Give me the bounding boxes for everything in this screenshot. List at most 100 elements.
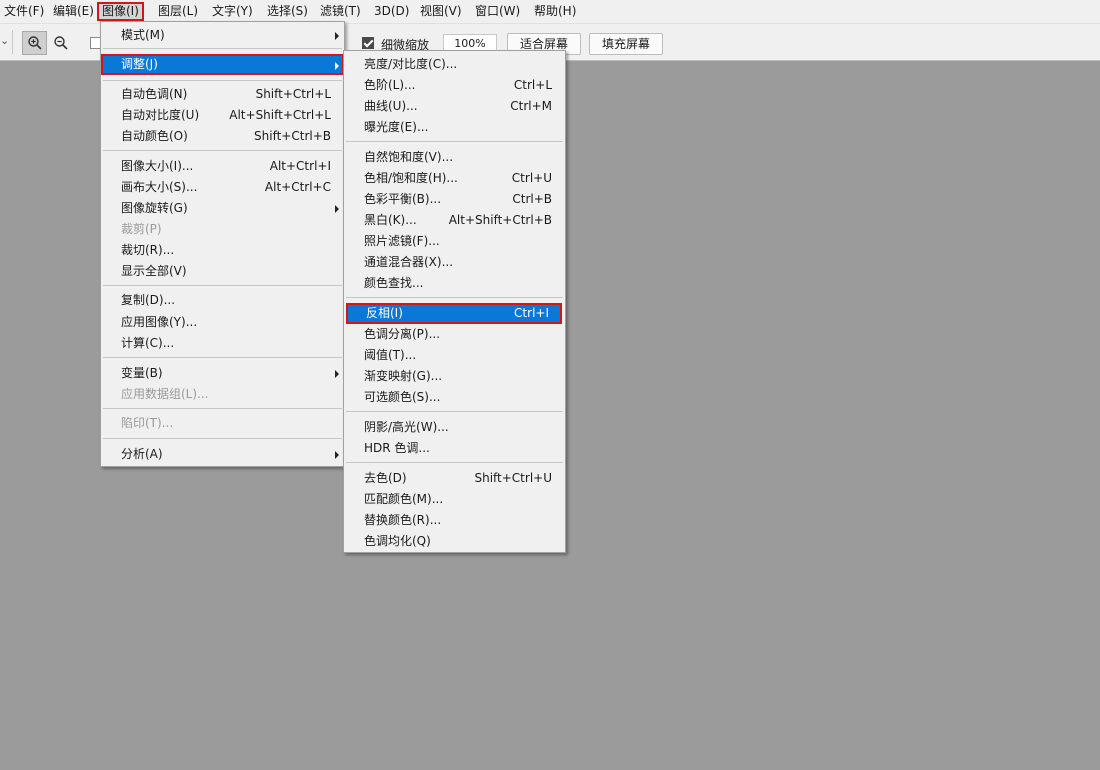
menu-item-levels[interactable]: 色阶(L)... Ctrl+L: [344, 75, 565, 96]
menu-item-color-lookup[interactable]: 颜色查找...: [344, 273, 565, 294]
menu-item-curves[interactable]: 曲线(U)... Ctrl+M: [344, 96, 565, 117]
fill-screen-button[interactable]: 填充屏幕: [589, 33, 663, 55]
menu-item-auto-color[interactable]: 自动颜色(O) Shift+Ctrl+B: [101, 126, 344, 147]
menu-item-shortcut: Shift+Ctrl+U: [474, 471, 552, 485]
menu-item-image-size[interactable]: 图像大小(I)... Alt+Ctrl+I: [101, 156, 344, 177]
menu-item-color-balance[interactable]: 色彩平衡(B)... Ctrl+B: [344, 189, 565, 210]
menu-separator: [103, 285, 342, 286]
menu-item-selective-color[interactable]: 可选颜色(S)...: [344, 387, 565, 408]
menu-item-hue-saturation[interactable]: 色相/饱和度(H)... Ctrl+U: [344, 168, 565, 189]
menu-item-exposure[interactable]: 曝光度(E)...: [344, 117, 565, 138]
zoom-in-button[interactable]: [22, 31, 47, 55]
menu-item-label: 裁剪(P): [121, 222, 162, 236]
menu-item-label: 曝光度(E)...: [364, 120, 429, 134]
menu-bar: 文件(F) 编辑(E) 图像(I) 图层(L) 文字(Y) 选择(S) 滤镜(T…: [0, 0, 1100, 23]
menu-item-brightness-contrast[interactable]: 亮度/对比度(C)...: [344, 54, 565, 75]
menu-item-trim[interactable]: 裁切(R)...: [101, 240, 344, 261]
menu-item-shortcut: Alt+Ctrl+C: [264, 180, 331, 194]
toolbar-divider: [12, 30, 13, 54]
menu-separator: [103, 438, 342, 439]
menu-item-threshold[interactable]: 阈值(T)...: [344, 345, 565, 366]
menu-item-label: 自动对比度(U): [121, 108, 200, 122]
menu-item-shortcut: Alt+Ctrl+I: [269, 159, 331, 173]
menu-item-calculations[interactable]: 计算(C)...: [101, 333, 344, 354]
menu-item-image-rotation[interactable]: 图像旋转(G): [101, 198, 344, 219]
menu-separator: [346, 462, 563, 463]
submenu-arrow-icon: [335, 32, 339, 40]
menu-item-shadows-highlights[interactable]: 阴影/高光(W)...: [344, 417, 565, 438]
menu-edit[interactable]: 编辑(E): [49, 2, 98, 21]
menu-separator: [346, 297, 563, 298]
menu-image[interactable]: 图像(I): [97, 2, 144, 21]
menu-item-label: 通道混合器(X)...: [364, 255, 454, 269]
menu-item-label: 亮度/对比度(C)...: [364, 57, 458, 71]
menu-item-variables[interactable]: 变量(B): [101, 363, 344, 384]
menu-item-black-white[interactable]: 黑白(K)... Alt+Shift+Ctrl+B: [344, 210, 565, 231]
menu-item-label: 阴影/高光(W)...: [364, 420, 449, 434]
menu-item-shortcut: Shift+Ctrl+B: [254, 129, 331, 143]
menu-item-label: 复制(D)...: [121, 293, 176, 307]
menu-separator: [346, 141, 563, 142]
menu-item-match-color[interactable]: 匹配颜色(M)...: [344, 489, 565, 510]
menu-type[interactable]: 文字(Y): [208, 2, 257, 21]
menu-item-gradient-map[interactable]: 渐变映射(G)...: [344, 366, 565, 387]
menu-item-posterize[interactable]: 色调分离(P)...: [344, 324, 565, 345]
menu-view[interactable]: 视图(V): [416, 2, 466, 21]
menu-separator: [103, 80, 342, 81]
menu-item-duplicate[interactable]: 复制(D)...: [101, 290, 344, 311]
menu-item-invert[interactable]: 反相(I) Ctrl+I: [346, 303, 562, 324]
menu-item-label: 自动色调(N): [121, 87, 188, 101]
submenu-arrow-icon: [335, 370, 339, 378]
menu-file[interactable]: 文件(F): [0, 2, 48, 21]
menu-filter[interactable]: 滤镜(T): [316, 2, 365, 21]
menu-item-label: 画布大小(S)...: [121, 180, 198, 194]
menu-item-label: 去色(D): [364, 471, 407, 485]
menu-window[interactable]: 窗口(W): [471, 2, 524, 21]
menu-item-label: 变量(B): [121, 366, 163, 380]
menu-item-shortcut: Shift+Ctrl+L: [255, 87, 331, 101]
menu-item-label: 陷印(T)...: [121, 416, 174, 430]
menu-item-apply-image[interactable]: 应用图像(Y)...: [101, 312, 344, 333]
menu-item-desaturate[interactable]: 去色(D) Shift+Ctrl+U: [344, 468, 565, 489]
menu-item-shortcut: Alt+Shift+Ctrl+B: [448, 213, 552, 227]
menu-item-label: 替换颜色(R)...: [364, 513, 442, 527]
menu-3d[interactable]: 3D(D): [370, 2, 413, 21]
menu-item-label: 色相/饱和度(H)...: [364, 171, 458, 185]
menu-item-label: 可选颜色(S)...: [364, 390, 441, 404]
menu-item-mode[interactable]: 模式(M): [101, 25, 344, 46]
menu-item-trap: 陷印(T)...: [101, 413, 344, 434]
menu-item-hdr-toning[interactable]: HDR 色调...: [344, 438, 565, 459]
tool-preset-chevron-icon[interactable]: ⌄: [0, 34, 9, 47]
menu-separator: [346, 411, 563, 412]
menu-item-replace-color[interactable]: 替换颜色(R)...: [344, 510, 565, 531]
menu-item-label: 自然饱和度(V)...: [364, 150, 454, 164]
menu-item-apply-data-set: 应用数据组(L)...: [101, 384, 344, 405]
menu-layer[interactable]: 图层(L): [154, 2, 202, 21]
menu-item-reveal-all[interactable]: 显示全部(V): [101, 261, 344, 282]
menu-select[interactable]: 选择(S): [263, 2, 312, 21]
zoom-out-button[interactable]: [48, 31, 73, 55]
menu-item-photo-filter[interactable]: 照片滤镜(F)...: [344, 231, 565, 252]
scrubby-zoom-checkbox[interactable]: [362, 37, 374, 49]
submenu-arrow-icon: [335, 62, 339, 70]
menu-help[interactable]: 帮助(H): [530, 2, 580, 21]
menu-item-vibrance[interactable]: 自然饱和度(V)...: [344, 147, 565, 168]
menu-item-label: 颜色查找...: [364, 276, 424, 290]
image-menu: 模式(M) 调整(J) 自动色调(N) Shift+Ctrl+L 自动对比度(U…: [100, 21, 345, 467]
submenu-arrow-icon: [335, 451, 339, 459]
menu-item-label: 黑白(K)...: [364, 213, 417, 227]
menu-item-label: 匹配颜色(M)...: [364, 492, 444, 506]
menu-item-label: 计算(C)...: [121, 336, 175, 350]
menu-separator: [103, 150, 342, 151]
menu-item-adjustments[interactable]: 调整(J): [101, 54, 344, 75]
menu-item-label: 裁切(R)...: [121, 243, 175, 257]
menu-item-canvas-size[interactable]: 画布大小(S)... Alt+Ctrl+C: [101, 177, 344, 198]
menu-item-shortcut: Ctrl+B: [512, 192, 552, 206]
menu-item-auto-tone[interactable]: 自动色调(N) Shift+Ctrl+L: [101, 84, 344, 105]
menu-item-analysis[interactable]: 分析(A): [101, 444, 344, 465]
zoom-out-icon: [53, 36, 68, 50]
menu-item-channel-mixer[interactable]: 通道混合器(X)...: [344, 252, 565, 273]
menu-item-label: 图像大小(I)...: [121, 159, 194, 173]
menu-item-equalize[interactable]: 色调均化(Q): [344, 531, 565, 552]
menu-item-auto-contrast[interactable]: 自动对比度(U) Alt+Shift+Ctrl+L: [101, 105, 344, 126]
